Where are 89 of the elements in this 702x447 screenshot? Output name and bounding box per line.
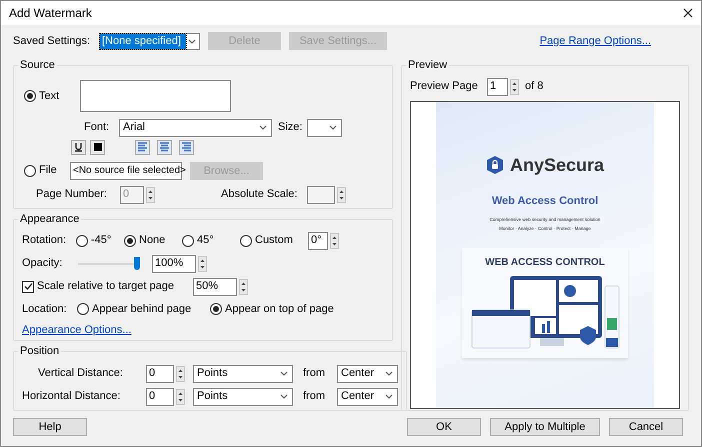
color-button[interactable] <box>90 140 105 154</box>
radio-button[interactable] <box>240 234 252 246</box>
opacity-slider[interactable] <box>78 256 140 270</box>
page-count: of 8 <box>525 79 544 94</box>
input-field[interactable]: 0 <box>146 388 174 406</box>
page-range-link[interactable]: Page Range Options... <box>540 32 651 50</box>
group-title: Position <box>19 344 60 359</box>
field-label: Opacity: <box>22 256 64 272</box>
field-label: Location: <box>22 302 68 316</box>
anchor-dropdown[interactable]: Center <box>337 364 398 382</box>
radio-button[interactable] <box>77 302 89 315</box>
unit-dropdown[interactable]: Points <box>193 364 293 382</box>
radio-label: Appear on top of page <box>225 302 334 316</box>
radio-button[interactable] <box>24 164 36 176</box>
close-icon[interactable] <box>683 8 693 18</box>
group-title: Preview <box>407 58 448 73</box>
chevron-down-icon <box>385 394 393 399</box>
field-label: Saved Settings: <box>13 34 91 49</box>
align-icon <box>160 142 169 152</box>
spin-buttons[interactable] <box>176 388 185 404</box>
chevron-down-icon <box>385 371 393 376</box>
input-field[interactable]: 1 <box>487 78 508 96</box>
brand-name: AnySecura <box>510 154 604 177</box>
saved-settings-dropdown[interactable]: [None specified] <box>99 32 200 50</box>
window-title: Add Watermark <box>9 5 92 22</box>
spin-buttons[interactable] <box>330 232 339 248</box>
appearance-options-link[interactable]: Appearance Options... <box>22 322 132 338</box>
radio-button[interactable] <box>24 90 36 102</box>
align-button[interactable] <box>135 140 150 154</box>
align-button[interactable] <box>157 140 172 154</box>
field-label: from <box>303 389 326 404</box>
scale-checkbox[interactable] <box>22 280 34 292</box>
slider-thumb[interactable] <box>134 256 140 270</box>
radio-button[interactable] <box>124 234 136 246</box>
apply-to-multiple-button[interactable]: Apply to Multiple <box>490 418 600 436</box>
radio-label: Appear behind page <box>92 302 192 316</box>
align-button[interactable] <box>179 140 194 154</box>
field-label: Vertical Distance: <box>37 366 124 382</box>
help-button[interactable]: Help <box>13 418 87 436</box>
cancel-button[interactable]: Cancel <box>609 418 683 436</box>
radio-label: Custom <box>255 233 293 248</box>
spin-buttons[interactable] <box>198 256 207 272</box>
spin-buttons[interactable] <box>176 366 185 382</box>
field-label: Font: <box>84 120 110 136</box>
radio-button[interactable] <box>210 302 222 315</box>
group-title: Appearance <box>19 212 80 227</box>
document-title: Web Access Control <box>492 194 598 208</box>
spin-buttons[interactable] <box>146 186 155 202</box>
field-label: Page Number: <box>36 187 108 202</box>
underline-button[interactable] <box>71 140 86 154</box>
radio-button[interactable] <box>76 234 88 246</box>
group-title: Source <box>19 58 56 73</box>
field-label: Rotation: <box>22 233 68 248</box>
field-label: Horizontal Distance: <box>22 389 122 404</box>
field-label: Size: <box>278 120 304 136</box>
radio-button[interactable] <box>182 234 194 246</box>
field-label: Preview Page <box>410 79 479 94</box>
radio-label: -45° <box>91 233 112 248</box>
size-dropdown[interactable] <box>307 118 342 136</box>
radio-label: File <box>39 163 57 178</box>
radio-label: 45° <box>197 233 214 248</box>
underline-icon <box>74 142 83 152</box>
input-field[interactable]: 0 <box>146 364 174 382</box>
chevron-down-icon <box>188 38 196 44</box>
ok-button[interactable]: OK <box>407 418 481 436</box>
spin-buttons[interactable] <box>239 278 248 294</box>
unit-dropdown[interactable]: Points <box>193 388 293 406</box>
input-field[interactable]: 0° <box>308 232 328 250</box>
input-field[interactable]: 50% <box>193 278 237 296</box>
field-label: from <box>303 366 326 382</box>
font-dropdown[interactable]: Arial <box>119 118 272 136</box>
spin-buttons[interactable] <box>510 78 519 94</box>
input-field[interactable] <box>307 186 335 204</box>
banner-title: WEB ACCESS CONTROL <box>485 256 605 270</box>
radio-label: Text <box>39 88 60 104</box>
align-icon <box>138 142 147 152</box>
align-icon <box>182 142 191 152</box>
spin-buttons[interactable] <box>337 186 346 202</box>
checkbox-label: Scale relative to target page <box>37 279 175 294</box>
shield-lock-icon <box>486 155 504 175</box>
chevron-down-icon <box>280 371 288 376</box>
watermark-text-area[interactable] <box>80 80 231 112</box>
anchor-dropdown[interactable]: Center <box>337 388 398 406</box>
chevron-down-icon <box>280 394 288 399</box>
input-field[interactable]: 100% <box>152 254 196 272</box>
chevron-down-icon <box>259 125 267 130</box>
chevron-down-icon <box>329 125 337 130</box>
radio-label: None <box>139 233 166 248</box>
field-label: Absolute Scale: <box>221 187 298 202</box>
